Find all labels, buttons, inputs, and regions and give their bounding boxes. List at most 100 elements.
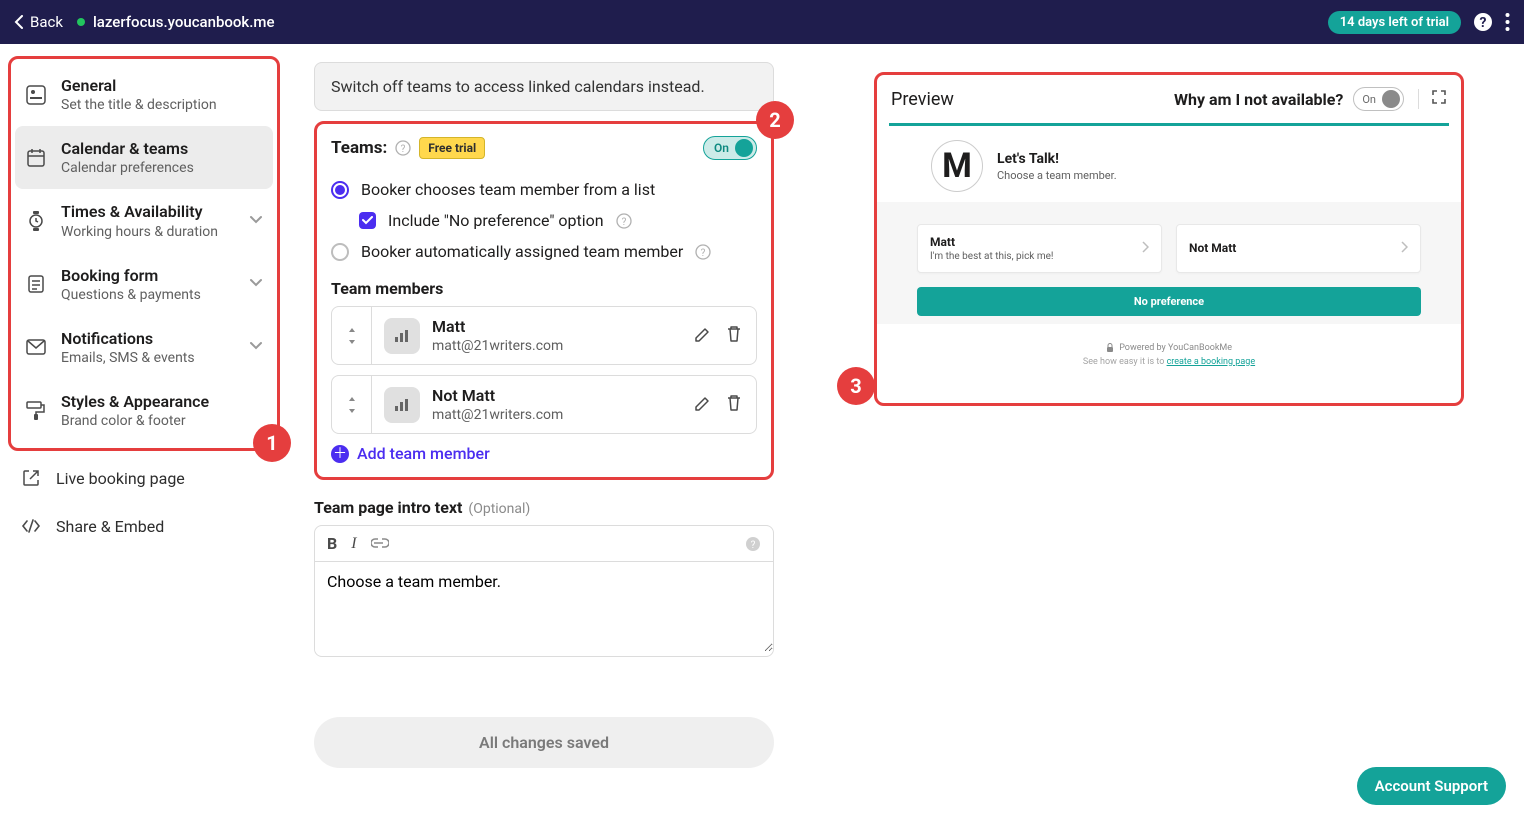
pencil-icon	[694, 325, 712, 343]
member-name: Matt	[432, 317, 563, 336]
intro-textarea[interactable]	[315, 562, 773, 652]
edit-button[interactable]	[694, 325, 712, 347]
main-content: Switch off teams to access linked calend…	[290, 44, 1524, 823]
radio-unselected-icon	[331, 243, 349, 261]
radio-booker-auto[interactable]: Booker automatically assigned team membe…	[331, 236, 757, 267]
preview-page-title: Let's Talk!	[997, 151, 1117, 167]
code-icon	[20, 515, 42, 537]
nav-sub: Working hours & duration	[61, 224, 235, 240]
svg-text:?: ?	[701, 248, 706, 259]
preview-footer: Powered by YouCanBookMe See how easy it …	[891, 324, 1447, 369]
intro-text-label: Team page intro text (Optional)	[314, 498, 774, 517]
radio-selected-icon	[331, 181, 349, 199]
chevron-down-icon	[249, 276, 263, 292]
lock-icon	[1106, 343, 1114, 352]
bold-button[interactable]: B	[327, 534, 337, 553]
nav-item-times[interactable]: Times & Availability Working hours & dur…	[15, 189, 273, 252]
nav-sub: Calendar preferences	[61, 160, 263, 176]
chevron-right-icon	[1400, 241, 1408, 257]
nav-title: Styles & Appearance	[61, 392, 263, 411]
radio-booker-chooses[interactable]: Booker chooses team member from a list	[331, 174, 757, 205]
help-icon[interactable]: ?	[616, 213, 632, 229]
nav-share-embed[interactable]: Share & Embed	[8, 505, 280, 547]
team-members-header: Team members	[331, 279, 757, 298]
page-url: lazerfocus.youcanbook.me	[93, 13, 275, 31]
create-booking-link[interactable]: create a booking page	[1167, 357, 1256, 367]
link-button[interactable]	[371, 536, 389, 552]
back-button[interactable]: Back	[14, 13, 63, 31]
calendar-icon	[25, 147, 47, 169]
teams-toggle[interactable]: On	[703, 136, 757, 160]
toggle-label: On	[1362, 93, 1376, 106]
chevron-right-icon	[1141, 241, 1149, 257]
nav-live-booking[interactable]: Live booking page	[8, 457, 280, 499]
preview-toggle[interactable]: On	[1353, 87, 1404, 111]
nav-item-styles[interactable]: Styles & Appearance Brand color & footer	[15, 379, 273, 442]
link-icon	[371, 538, 389, 548]
nav-sub: Questions & payments	[61, 287, 235, 303]
preview-option-card[interactable]: Not Matt	[1176, 224, 1421, 273]
status-dot-icon	[77, 18, 85, 26]
pencil-icon	[694, 394, 712, 412]
help-icon[interactable]: ?	[695, 244, 711, 260]
mail-icon	[25, 336, 47, 358]
intro-text-editor: B I ?	[314, 525, 774, 657]
add-team-member-button[interactable]: ＋ Add team member	[331, 444, 757, 463]
drag-arrows-icon	[345, 395, 359, 415]
member-avatar-icon	[384, 318, 420, 354]
teams-label: Teams:	[331, 138, 387, 158]
nav-item-general[interactable]: General Set the title & description	[15, 63, 273, 126]
option-sub: I'm the best at this, pick me!	[930, 251, 1141, 262]
nav-live-label: Live booking page	[56, 469, 185, 488]
svg-text:?: ?	[621, 217, 626, 228]
topbar: Back lazerfocus.youcanbook.me 14 days le…	[0, 0, 1524, 44]
callout-badge-3: 3	[837, 367, 875, 405]
preview-no-preference-button[interactable]: No preference	[917, 287, 1421, 316]
paint-roller-icon	[25, 400, 47, 422]
edit-button[interactable]	[694, 394, 712, 416]
nav-sub: Set the title & description	[61, 97, 263, 113]
toggle-knob-icon	[735, 139, 753, 157]
save-button[interactable]: All changes saved	[314, 717, 774, 768]
preview-page-sub: Choose a team member.	[997, 169, 1117, 182]
nav-item-calendar-teams[interactable]: Calendar & teams Calendar preferences	[15, 126, 273, 189]
chevron-left-icon	[14, 15, 24, 29]
help-icon[interactable]: ?	[745, 536, 761, 552]
help-icon[interactable]: ?	[395, 140, 411, 156]
trial-badge[interactable]: 14 days left of trial	[1328, 11, 1461, 34]
drag-arrows-icon	[345, 326, 359, 346]
nav-item-notifications[interactable]: Notifications Emails, SMS & events	[15, 316, 273, 379]
account-support-button[interactable]: Account Support	[1357, 767, 1506, 805]
help-icon[interactable]: ?	[1473, 12, 1493, 32]
drag-handle[interactable]	[332, 376, 372, 433]
member-email: matt@21writers.com	[432, 407, 563, 423]
teams-section-highlight: 2 Teams: ? Free trial On	[314, 121, 774, 480]
more-menu-icon[interactable]	[1505, 12, 1510, 32]
checkbox-checked-icon	[359, 212, 376, 229]
external-link-icon	[20, 467, 42, 489]
preview-logo: M	[931, 140, 983, 192]
drag-handle[interactable]	[332, 307, 372, 364]
nav-item-booking-form[interactable]: Booking form Questions & payments	[15, 253, 273, 316]
toggle-label: On	[714, 141, 729, 155]
trash-icon	[726, 325, 742, 343]
italic-button[interactable]: I	[351, 535, 356, 553]
profile-card-icon	[25, 84, 47, 106]
expand-button[interactable]	[1418, 89, 1447, 109]
nav-sub: Emails, SMS & events	[61, 350, 235, 366]
trash-icon	[726, 394, 742, 412]
svg-text:?: ?	[1480, 15, 1487, 31]
delete-button[interactable]	[726, 394, 742, 416]
why-not-available-link[interactable]: Why am I not available?	[1174, 90, 1343, 109]
member-name: Not Matt	[432, 386, 563, 405]
delete-button[interactable]	[726, 325, 742, 347]
add-member-label: Add team member	[357, 444, 490, 463]
watch-icon	[25, 210, 47, 232]
nav-title: Calendar & teams	[61, 139, 263, 158]
nav-share-label: Share & Embed	[56, 517, 164, 536]
preview-option-card[interactable]: Matt I'm the best at this, pick me!	[917, 224, 1162, 273]
radio-label: Booker chooses team member from a list	[361, 180, 655, 199]
team-member-row: Matt matt@21writers.com	[331, 306, 757, 365]
check-no-preference[interactable]: Include "No preference" option ?	[331, 205, 757, 236]
nav-title: Notifications	[61, 329, 235, 348]
